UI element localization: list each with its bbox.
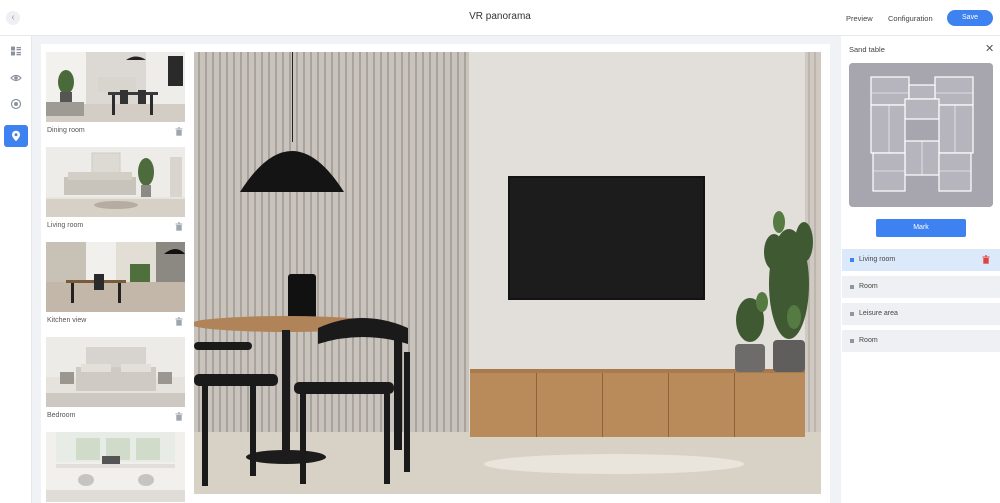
scene-item-kitchen-view[interactable]: Kitchen view (46, 242, 185, 326)
room-marker-icon (850, 285, 854, 289)
rail-button-target[interactable] (4, 93, 28, 115)
trash-icon[interactable] (175, 222, 183, 231)
scene-thumbnail[interactable] (46, 52, 185, 122)
room-label: Room (859, 283, 878, 290)
eye-icon (10, 74, 22, 82)
scene-label: Living room (47, 222, 84, 229)
save-button[interactable]: Save (947, 10, 993, 26)
sand-table-floorplan[interactable] (849, 63, 993, 207)
panorama-viewer[interactable] (194, 52, 821, 494)
trash-icon[interactable] (175, 127, 183, 136)
rail-button-view[interactable] (4, 67, 28, 89)
mark-button[interactable]: Mark (876, 219, 966, 237)
room-item-room-2[interactable]: Room (842, 330, 1000, 352)
room-label: Room (859, 337, 878, 344)
rail-button-list[interactable] (4, 40, 28, 62)
target-icon (10, 98, 22, 110)
list-icon (11, 46, 21, 56)
scene-item-living-room[interactable]: Living room (46, 147, 185, 231)
configuration-link[interactable]: Configuration (888, 14, 933, 23)
scene-list: Dining room Living room Kitchen view Bed… (41, 44, 190, 503)
room-item-leisure-area[interactable]: Leisure area (842, 303, 1000, 325)
scene-item-bedroom[interactable]: Bedroom (46, 337, 185, 421)
scene-label: Bedroom (47, 412, 76, 419)
room-item-living-room[interactable]: Living room (842, 249, 1000, 271)
room-marker-icon (850, 339, 854, 343)
scene-item-study[interactable] (46, 432, 185, 502)
room-label: Living room (859, 256, 896, 263)
preview-link[interactable]: Preview (846, 14, 873, 23)
scene-thumbnail[interactable] (46, 147, 185, 217)
scene-label: Dining room (47, 127, 85, 134)
room-item-room[interactable]: Room (842, 276, 1000, 298)
scene-item-dining-room[interactable]: Dining room (46, 52, 185, 136)
trash-icon[interactable] (175, 317, 183, 326)
top-bar: ‹ VR panorama Preview Configuration Save (0, 0, 1000, 36)
scene-thumbnail[interactable] (46, 432, 185, 502)
delete-icon[interactable] (982, 255, 990, 264)
close-icon[interactable]: ✕ (985, 44, 994, 55)
room-label: Leisure area (859, 310, 898, 317)
sand-table-panel: Sand table ✕ Mark Living room Room Leisu… (841, 36, 1000, 503)
panel-title: Sand table (849, 45, 885, 54)
scene-thumbnail[interactable] (46, 242, 185, 312)
scene-label: Kitchen view (47, 317, 87, 324)
scene-thumbnail[interactable] (46, 337, 185, 407)
room-marker-icon (850, 312, 854, 316)
location-pin-icon (12, 130, 20, 142)
room-marker-icon (850, 258, 854, 262)
rail-button-location[interactable] (4, 125, 28, 147)
left-toolbar (0, 36, 32, 503)
tv-console (470, 369, 805, 437)
trash-icon[interactable] (175, 412, 183, 421)
